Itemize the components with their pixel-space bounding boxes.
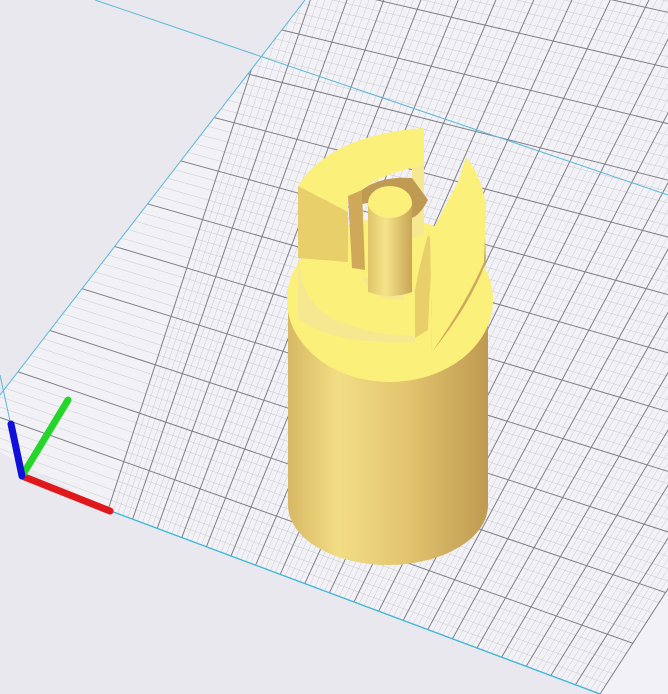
3d-model-object[interactable] [287,128,493,565]
3d-viewport[interactable] [0,0,668,694]
scene-svg[interactable] [0,0,668,694]
